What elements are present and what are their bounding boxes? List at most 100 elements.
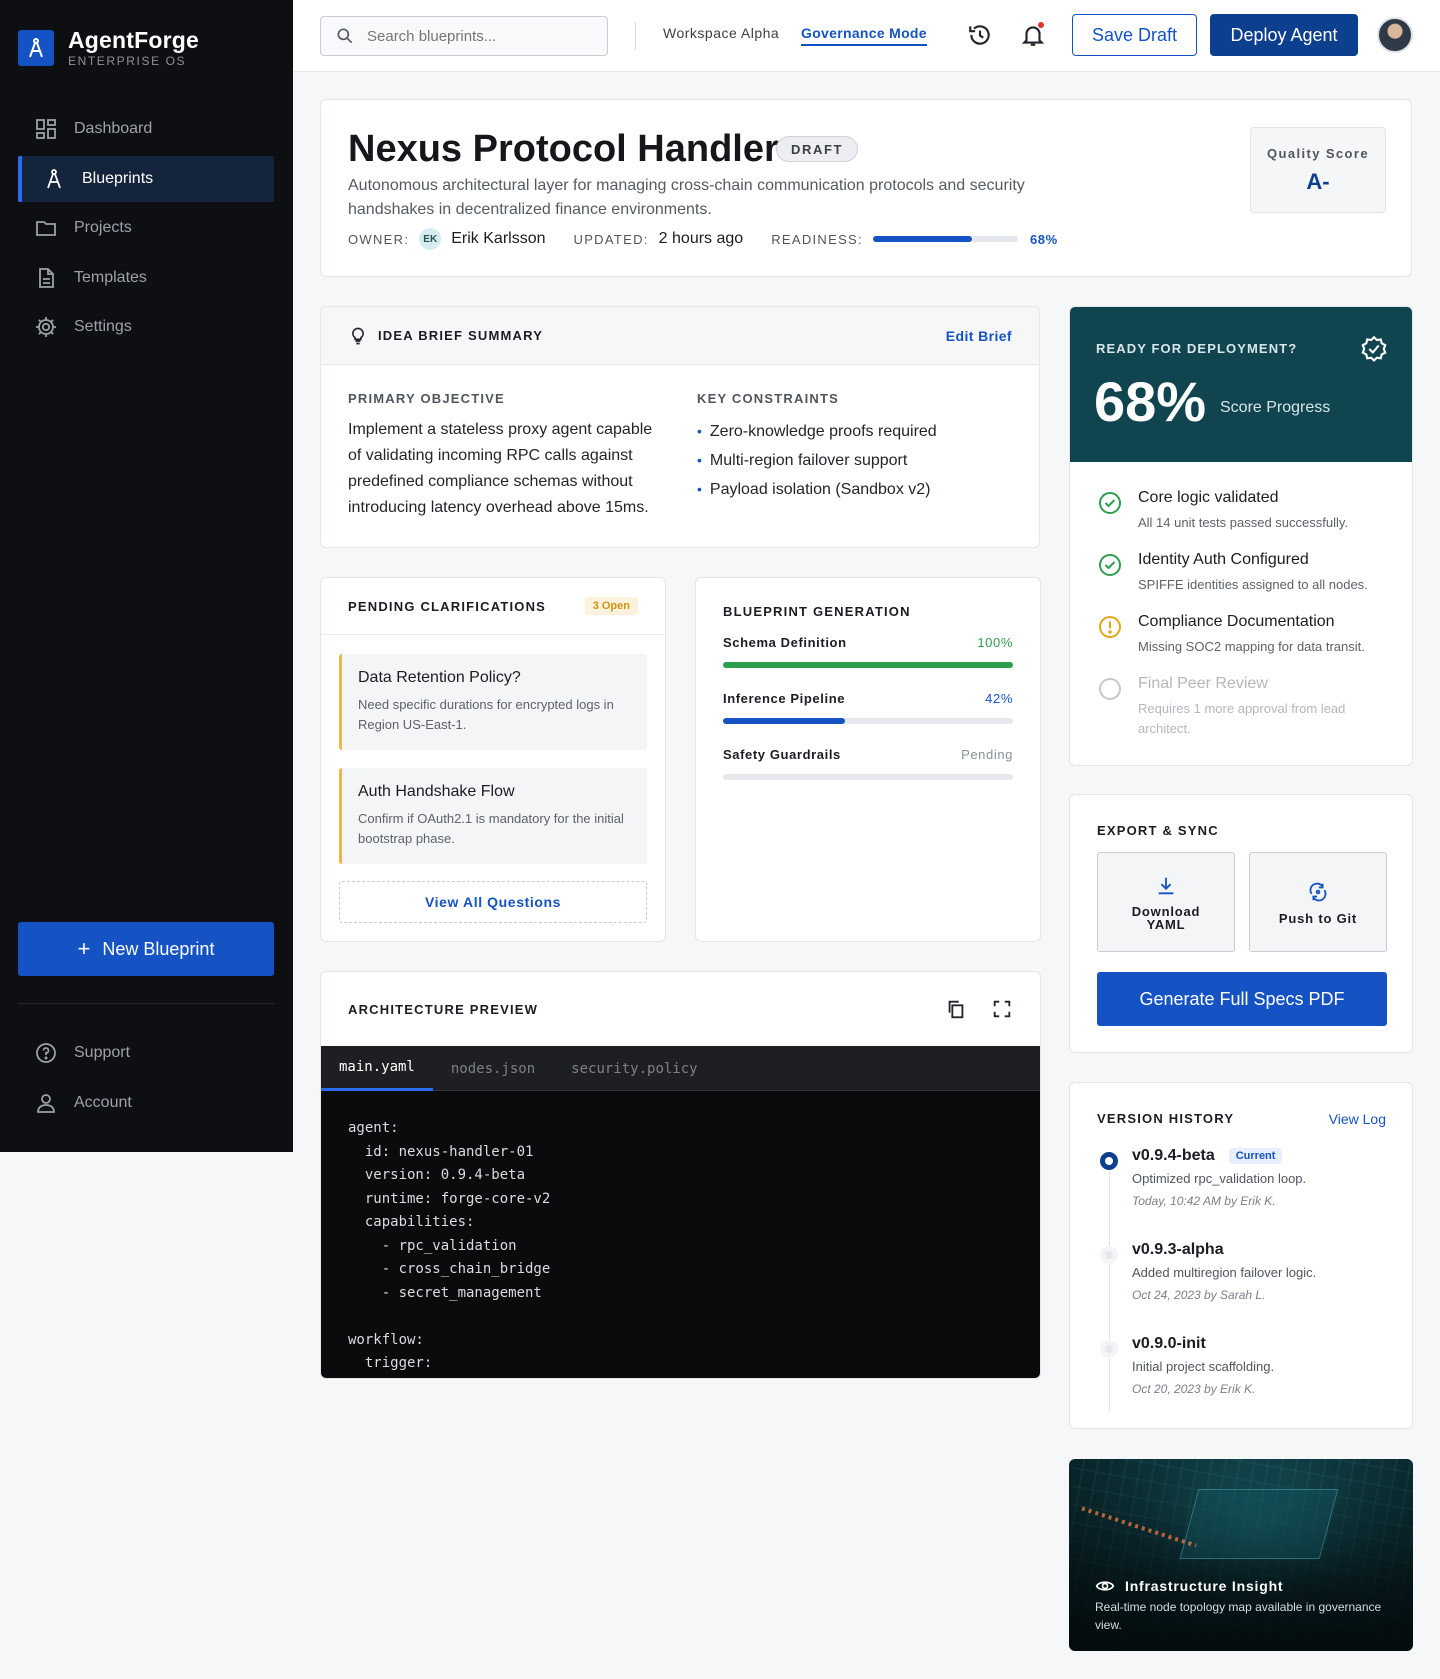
tab-main-yaml[interactable]: main.yaml <box>321 1046 433 1091</box>
owner-name[interactable]: Erik Karlsson <box>451 230 545 248</box>
verified-badge-icon <box>1361 335 1387 362</box>
sidebar-item-label: Account <box>74 1093 132 1111</box>
empty-circle-icon <box>1099 678 1121 700</box>
sidebar-bottom-nav: Support Account <box>18 1030 274 1129</box>
search-input[interactable] <box>367 27 587 45</box>
version-desc: Optimized rpc_validation loop. <box>1132 1171 1307 1186</box>
governance-mode-tab[interactable]: Governance Mode <box>801 25 927 46</box>
owner-label: OWNER: <box>348 231 410 247</box>
sidebar-item-label: Templates <box>74 268 147 286</box>
version-timestamp: Today, 10:42 AM by Erik K. <box>1132 1194 1276 1208</box>
folder-icon <box>36 221 56 236</box>
brand[interactable]: AgentForge ENTERPRISE OS <box>18 28 199 68</box>
quality-score: Quality Score A- <box>1250 127 1386 213</box>
sidebar-item-support[interactable]: Support <box>18 1030 274 1076</box>
generation-progress-fill <box>723 662 1013 668</box>
primary-objective-text: Implement a stateless proxy agent capabl… <box>348 421 653 516</box>
export-sync-card: EXPORT & SYNC Download YAML Push to Git … <box>1069 794 1413 1053</box>
clarification-item[interactable]: Auth Handshake Flow Confirm if OAuth2.1 … <box>339 768 647 864</box>
pending-clarifications-card: PENDING CLARIFICATIONS 3 Open Data Reten… <box>320 577 666 942</box>
topbar-divider <box>635 22 636 50</box>
readiness-value: 68% <box>1029 231 1058 247</box>
brand-name: AgentForge <box>68 27 200 53</box>
version-item[interactable]: v0.9.0-init Initial project scaffolding.… <box>1095 1335 1395 1396</box>
generation-row-status: 42% <box>985 691 1013 706</box>
idea-brief-card: IDEA BRIEF SUMMARY Edit Brief PRIMARY OB… <box>320 306 1040 548</box>
sidebar-item-account[interactable]: Account <box>18 1080 274 1126</box>
view-all-questions-button[interactable]: View All Questions <box>339 881 647 923</box>
sidebar-item-label: Dashboard <box>74 120 153 137</box>
generation-progress-fill <box>723 718 845 724</box>
history-icon[interactable] <box>967 22 993 48</box>
tab-nodes-json[interactable]: nodes.json <box>433 1046 553 1091</box>
code-line: - cross_chain_bridge <box>348 1261 551 1277</box>
sidebar-item-templates[interactable]: Templates <box>18 255 274 301</box>
checklist-title: Final Peer Review <box>1138 675 1268 692</box>
timeline-dot <box>1100 1340 1118 1358</box>
code-line: - secret_management <box>348 1284 542 1301</box>
architecture-header: ARCHITECTURE PREVIEW <box>321 972 1040 1046</box>
code-line: agent: <box>348 1120 399 1136</box>
version-item[interactable]: v0.9.4-beta Current Optimized rpc_validat… <box>1095 1147 1395 1208</box>
document-icon <box>39 267 54 288</box>
avatar[interactable] <box>1377 17 1413 53</box>
score-progress-label: Score Progress <box>1220 399 1331 416</box>
checklist-desc: Requires 1 more approval from lead archi… <box>1138 701 1346 736</box>
sidebar-item-settings[interactable]: Settings <box>18 304 274 350</box>
code-editor[interactable]: agent: id: nexus-handler-01 version: 0.9… <box>321 1091 1040 1378</box>
code-line: id: nexus-handler-01 <box>348 1143 534 1160</box>
generation-title: BLUEPRINT GENERATION <box>723 604 911 619</box>
clarification-item[interactable]: Data Retention Policy? Need specific dur… <box>339 654 647 750</box>
generation-row-status: 100% <box>977 635 1013 650</box>
open-count-badge: 3 Open <box>584 597 638 615</box>
download-yaml-button[interactable]: Download YAML <box>1097 852 1235 952</box>
edit-brief-link[interactable]: Edit Brief <box>946 328 1012 344</box>
infrastructure-insight-card[interactable]: Infrastructure Insight Real-time node to… <box>1069 1459 1413 1651</box>
copy-icon[interactable] <box>945 998 967 1020</box>
key-constraints-label: KEY CONSTRAINTS <box>697 391 839 406</box>
clarification-desc: Need specific durations for encrypted lo… <box>358 697 614 732</box>
new-blueprint-button[interactable]: + New Blueprint <box>18 922 274 976</box>
status-badge: DRAFT <box>776 136 859 162</box>
checklist-item: Final Peer Review Requires 1 more approva… <box>1098 675 1388 739</box>
sidebar-item-dashboard[interactable]: Dashboard <box>18 106 274 152</box>
sidebar-item-label: Settings <box>74 318 132 335</box>
insight-desc: Real-time node topology map available in… <box>1095 1600 1382 1632</box>
fullscreen-icon[interactable] <box>991 998 1013 1020</box>
save-draft-button[interactable]: Save Draft <box>1072 14 1197 56</box>
sidebar-item-label: Projects <box>74 219 132 236</box>
workspace-link[interactable]: Workspace Alpha <box>663 25 779 41</box>
generate-specs-pdf-button[interactable]: Generate Full Specs PDF <box>1097 972 1387 1026</box>
help-icon <box>36 1043 56 1063</box>
download-icon <box>1158 877 1174 895</box>
code-line: version: 0.9.4-beta <box>348 1167 526 1183</box>
tab-security-policy[interactable]: security.policy <box>553 1046 715 1091</box>
view-log-link[interactable]: View Log <box>1329 1111 1386 1127</box>
architecture-preview-card: ARCHITECTURE PREVIEW main.yaml nodes.jso… <box>320 971 1041 1379</box>
sidebar-item-label: Support <box>74 1044 131 1061</box>
version-desc: Initial project scaffolding. <box>1132 1359 1275 1374</box>
deployment-summary: READY FOR DEPLOYMENT? 68% Score Progress <box>1070 307 1412 462</box>
blueprint-description: Autonomous architectural layer for manag… <box>348 177 1025 218</box>
blueprint-header: Nexus Protocol Handler DRAFT Autonomous … <box>320 99 1412 277</box>
sidebar-item-projects[interactable]: Projects <box>18 205 274 251</box>
sidebar-item-blueprints[interactable]: Blueprints <box>18 155 274 202</box>
readiness-bar-fill <box>872 236 972 242</box>
checklist-desc: All 14 unit tests passed successfully. <box>1138 515 1349 530</box>
idea-brief-header: IDEA BRIEF SUMMARY Edit Brief <box>321 307 1039 365</box>
version-item[interactable]: v0.9.3-alpha Added multiregion failover … <box>1095 1241 1395 1302</box>
warning-circle-icon <box>1099 616 1121 638</box>
push-to-git-button[interactable]: Push to Git <box>1249 852 1387 952</box>
clarification-title: Data Retention Policy? <box>358 669 521 686</box>
deploy-agent-button[interactable]: Deploy Agent <box>1210 14 1358 56</box>
search-box[interactable] <box>320 16 608 56</box>
deployment-readiness-card: READY FOR DEPLOYMENT? 68% Score Progress… <box>1069 306 1413 766</box>
checklist-item: Identity Auth Configured SPIFFE identitie… <box>1098 551 1388 595</box>
generation-row: Inference Pipeline 42% <box>723 691 1013 724</box>
version-name: v0.9.0-init <box>1132 1335 1206 1352</box>
deployment-percent: 68% <box>1094 370 1207 433</box>
deployment-label: READY FOR DEPLOYMENT? <box>1096 341 1298 356</box>
list-item: Payload isolation (Sandbox v2) <box>697 475 937 504</box>
code-tabs: main.yaml nodes.json security.policy <box>321 1046 1040 1091</box>
